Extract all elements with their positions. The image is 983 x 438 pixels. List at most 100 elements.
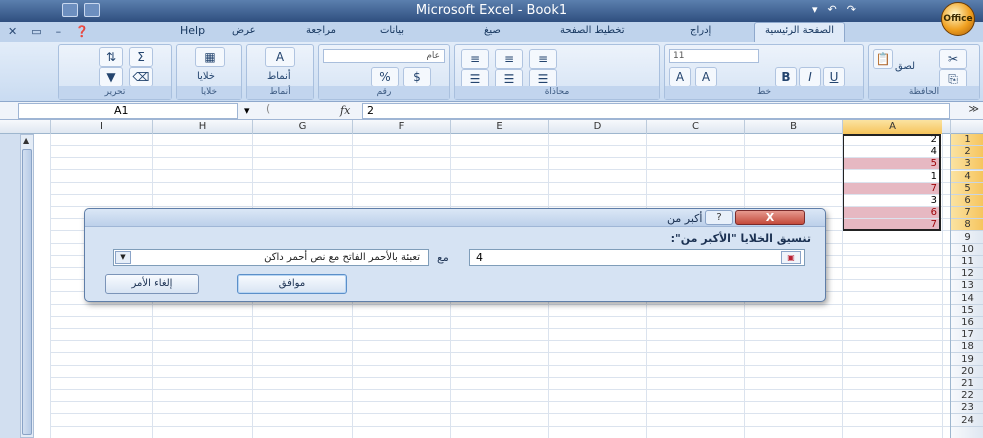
row-header-12[interactable]: 12 xyxy=(951,268,983,281)
cell-a4[interactable]: 1 xyxy=(843,171,940,183)
select-all-corner[interactable] xyxy=(950,120,983,134)
table-row[interactable] xyxy=(50,195,950,207)
paste-icon[interactable]: 📋 xyxy=(873,49,893,69)
row-header-8[interactable]: 8 xyxy=(951,219,983,232)
bold-button[interactable]: B xyxy=(775,67,797,87)
ok-button[interactable]: موافق xyxy=(237,274,347,294)
chevron-down-icon[interactable]: ▼ xyxy=(115,251,131,264)
row-header-23[interactable]: 23 xyxy=(951,402,983,415)
row-header-19[interactable]: 19 xyxy=(951,354,983,366)
column-header-b[interactable]: B xyxy=(744,120,842,134)
align-top-icon[interactable]: ≡ xyxy=(461,49,489,69)
table-row[interactable] xyxy=(50,146,950,159)
row-header-4[interactable]: 4 xyxy=(951,170,983,183)
cells-icon[interactable]: ▦ xyxy=(195,47,225,67)
column-header-d[interactable]: D xyxy=(548,120,646,134)
cells-button[interactable]: خلايا xyxy=(197,71,215,82)
row-header-15[interactable]: 15 xyxy=(951,305,983,317)
cell-a5[interactable]: 7 xyxy=(843,182,940,195)
restore-icon[interactable]: ▭ xyxy=(31,25,41,38)
dropdown-arrow-icon[interactable]: ▾ xyxy=(812,3,818,16)
styles-button[interactable]: أنماط xyxy=(267,71,291,82)
cancel-button[interactable]: إلغاء الأمر xyxy=(105,274,199,294)
autosum-button[interactable]: Σ xyxy=(129,47,153,67)
tab-review[interactable]: مراجعة xyxy=(306,25,336,36)
cell-a6[interactable]: 3 xyxy=(843,195,940,207)
clear-icon[interactable]: ⌫ xyxy=(129,67,153,87)
office-button[interactable]: Office xyxy=(941,2,975,36)
table-row[interactable] xyxy=(50,171,950,183)
tab-insert[interactable]: إدراج xyxy=(690,25,711,36)
align-bottom-icon[interactable]: ≡ xyxy=(529,49,557,69)
close-icon[interactable]: ✕ xyxy=(8,25,17,38)
underline-button[interactable]: U xyxy=(823,67,845,87)
sort-filter-icon[interactable]: ⇅ xyxy=(99,47,123,67)
row-header-6[interactable]: 6 xyxy=(951,195,983,207)
tab-page-layout[interactable]: تخطيط الصفحة xyxy=(560,25,625,36)
row-header-2[interactable]: 2 xyxy=(951,146,983,159)
fill-icon[interactable]: ▼ xyxy=(99,67,123,87)
table-row[interactable] xyxy=(50,415,950,427)
tab-home[interactable]: الصفحة الرئيسية xyxy=(754,22,845,42)
column-header-f[interactable]: F xyxy=(352,120,450,134)
row-header-1[interactable]: 1 xyxy=(951,134,983,146)
table-row[interactable] xyxy=(50,183,950,195)
styles-icon[interactable]: A xyxy=(265,47,295,67)
expand-formula-icon[interactable]: ≫ xyxy=(969,104,979,115)
paste-button[interactable]: لصق xyxy=(895,61,915,72)
row-header-16[interactable]: 16 xyxy=(951,317,983,329)
row-header-18[interactable]: 18 xyxy=(951,341,983,354)
row-header-11[interactable]: 11 xyxy=(951,256,983,268)
dialog-close-button[interactable]: X xyxy=(735,210,805,225)
currency-button[interactable]: $ xyxy=(403,67,431,87)
cell-a1[interactable]: 2 xyxy=(843,134,940,146)
row-header-20[interactable]: 20 xyxy=(951,366,983,378)
align-middle-icon[interactable]: ≡ xyxy=(495,49,523,69)
tab-data[interactable]: بيانات xyxy=(380,25,404,36)
row-header-7[interactable]: 7 xyxy=(951,207,983,220)
column-header-h[interactable]: H xyxy=(152,120,252,134)
grow-font-icon[interactable]: A xyxy=(669,67,691,87)
minimize-icon[interactable]: – xyxy=(56,25,62,38)
cancel-formula-icon[interactable]: ( xyxy=(266,102,270,115)
table-row[interactable] xyxy=(50,341,950,354)
cell-a7[interactable]: 6 xyxy=(843,207,940,220)
row-header-22[interactable]: 22 xyxy=(951,390,983,403)
row-header-13[interactable]: 13 xyxy=(951,280,983,293)
tab-formulas[interactable]: صيغ xyxy=(484,25,501,36)
row-header-17[interactable]: 17 xyxy=(951,329,983,342)
cut-icon[interactable]: ✂ xyxy=(939,49,967,69)
table-row[interactable] xyxy=(50,305,950,317)
collapse-dialog-icon[interactable]: ▣ xyxy=(781,251,801,264)
column-header-c[interactable]: C xyxy=(646,120,744,134)
table-row[interactable] xyxy=(50,366,950,378)
table-row[interactable] xyxy=(50,134,950,146)
cell-a8[interactable]: 7 xyxy=(843,219,940,232)
row-header-9[interactable]: 9 xyxy=(951,232,983,244)
row-header-10[interactable]: 10 xyxy=(951,244,983,256)
table-row[interactable] xyxy=(50,317,950,329)
tab-help[interactable]: Help xyxy=(180,24,205,37)
formula-input[interactable]: 2 xyxy=(362,103,950,119)
row-header-5[interactable]: 5 xyxy=(951,182,983,195)
undo-arrow-icon[interactable]: ↶ xyxy=(828,3,837,16)
row-header-3[interactable]: 3 xyxy=(951,158,983,171)
table-row[interactable] xyxy=(50,158,950,171)
cell-a2[interactable]: 4 xyxy=(843,146,940,159)
table-row[interactable] xyxy=(50,402,950,415)
italic-button[interactable]: I xyxy=(799,67,821,87)
column-header-i[interactable]: I xyxy=(50,120,152,134)
dialog-help-button[interactable]: ? xyxy=(705,210,733,225)
percent-button[interactable]: % xyxy=(371,67,399,87)
row-header-21[interactable]: 21 xyxy=(951,378,983,390)
column-header-a[interactable]: A xyxy=(842,120,942,134)
row-header-24[interactable]: 24 xyxy=(951,415,983,427)
table-row[interactable] xyxy=(50,390,950,403)
column-header-e[interactable]: E xyxy=(450,120,548,134)
column-header-g[interactable]: G xyxy=(252,120,352,134)
name-box[interactable]: A1 xyxy=(18,103,238,119)
table-row[interactable] xyxy=(50,378,950,390)
tab-view[interactable]: عرض xyxy=(232,25,256,36)
shrink-font-icon[interactable]: A xyxy=(695,67,717,87)
table-row[interactable] xyxy=(50,329,950,342)
